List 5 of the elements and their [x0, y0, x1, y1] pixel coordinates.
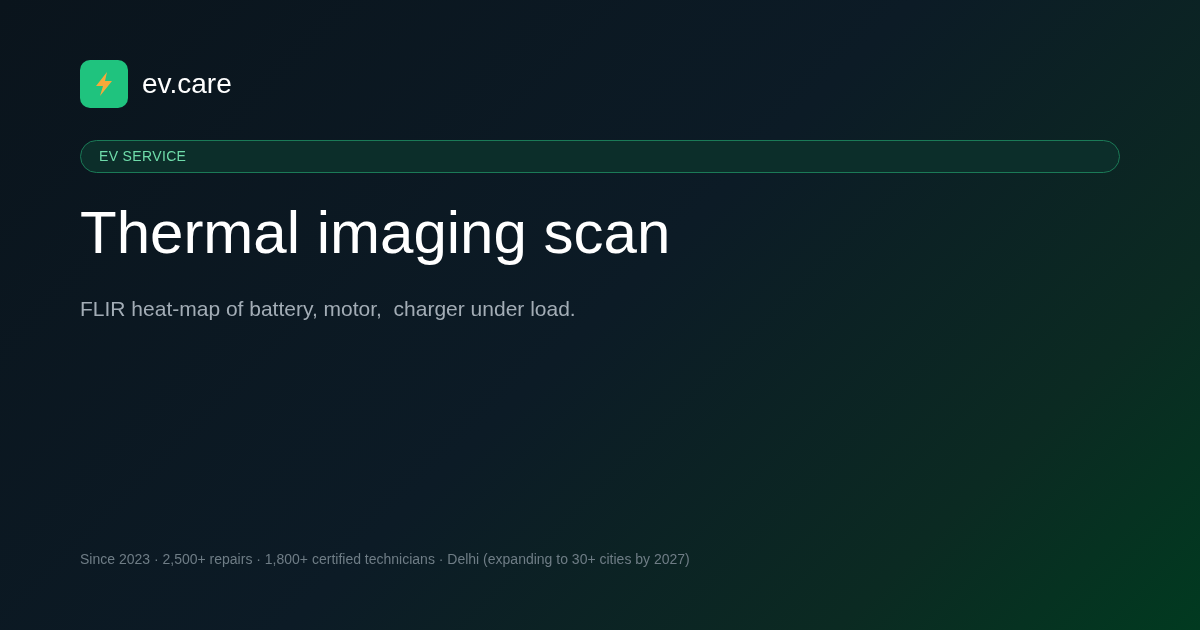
brand-name: ev.care — [142, 67, 232, 101]
subtitle: FLIR heat-map of battery, motor, charger under load. — [80, 296, 577, 322]
footer-text: Since 2023 · 2,500+ repairs · 1,800+ certified technicians · Delhi (expanding to 30+ cities by 2027) — [80, 550, 691, 569]
page-title: Thermal imaging scan — [80, 198, 672, 268]
category-badge: EV SERVICE — [80, 140, 1120, 173]
